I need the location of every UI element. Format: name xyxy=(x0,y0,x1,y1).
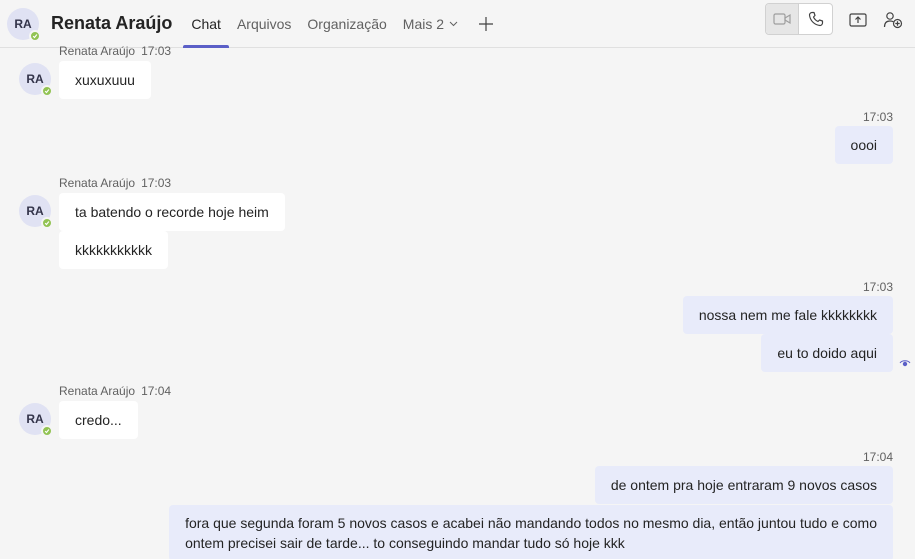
presence-available-icon xyxy=(29,29,41,42)
tab-organizacao-label: Organização xyxy=(307,15,387,32)
message-time: 17:04 xyxy=(862,450,893,464)
message-meta: Renata Araújo 17:03 xyxy=(59,176,171,190)
audio-call-button[interactable] xyxy=(799,4,832,34)
message-bubble[interactable]: credo... xyxy=(59,401,138,439)
sender-name: Renata Araújo xyxy=(59,176,136,190)
add-people-button[interactable] xyxy=(879,6,907,34)
avatar[interactable]: RA xyxy=(19,403,53,437)
message-time: 17:03 xyxy=(141,176,172,190)
tab-arquivos-label: Arquivos xyxy=(236,15,292,32)
add-people-icon xyxy=(883,12,903,29)
tab-arquivos[interactable]: Arquivos xyxy=(229,0,299,48)
presence-available-icon xyxy=(41,217,53,229)
message-bubble[interactable]: fora que segunda foram 5 novos casos e a… xyxy=(169,505,893,559)
phone-call-icon xyxy=(808,11,823,27)
presence-available-icon xyxy=(41,425,53,437)
seen-eye-icon xyxy=(899,360,911,367)
message-time: 17:03 xyxy=(862,280,893,294)
message-bubble[interactable]: xuxuxuuu xyxy=(59,61,151,99)
message-time: 17:03 xyxy=(141,44,172,58)
message-time: 17:03 xyxy=(862,110,893,124)
video-call-button[interactable] xyxy=(766,4,799,34)
chevron-down-icon xyxy=(449,21,458,26)
avatar[interactable]: RA xyxy=(7,7,41,42)
message-line: fora que segunda foram 5 novos casos e a… xyxy=(185,515,877,531)
sender-name: Renata Araújo xyxy=(59,384,136,398)
presence-available-icon xyxy=(41,85,53,97)
message-meta: Renata Araújo 17:04 xyxy=(59,384,171,398)
add-tab-button[interactable] xyxy=(472,0,500,48)
tab-bar: Chat Arquivos Organização Mais 2 xyxy=(183,0,466,48)
avatar-initials: RA xyxy=(26,412,44,426)
message-list[interactable]: Renata Araújo 17:03 RA xuxuxuuu 17:03 ooo… xyxy=(0,44,915,559)
message-meta: Renata Araújo 17:03 xyxy=(59,44,171,58)
avatar[interactable]: RA xyxy=(19,63,53,97)
avatar-initials: RA xyxy=(14,16,32,31)
sender-name: Renata Araújo xyxy=(59,44,136,58)
message-bubble[interactable]: oooi xyxy=(834,126,893,164)
tab-more[interactable]: Mais 2 xyxy=(395,0,466,48)
plus-icon xyxy=(479,16,494,31)
tab-chat-label: Chat xyxy=(191,15,221,32)
share-screen-icon xyxy=(849,13,867,27)
chat-header: RA Renata Araújo Chat Arquivos Organizaç… xyxy=(0,0,915,48)
message-line: ontem precisei sair de tarde... to conse… xyxy=(185,535,625,551)
message-bubble[interactable]: ta batendo o recorde hoje heim xyxy=(59,193,285,231)
avatar[interactable]: RA xyxy=(19,195,53,229)
contact-name[interactable]: Renata Araújo xyxy=(51,13,172,34)
avatar-initials: RA xyxy=(26,72,44,86)
call-button-group xyxy=(765,3,833,35)
message-bubble[interactable]: eu to doido aqui xyxy=(761,334,893,372)
message-bubble[interactable]: de ontem pra hoje entraram 9 novos casos xyxy=(594,466,893,504)
tab-organizacao[interactable]: Organização xyxy=(299,0,394,48)
share-screen-button[interactable] xyxy=(844,6,872,34)
message-time: 17:04 xyxy=(141,384,172,398)
video-call-icon xyxy=(773,13,791,25)
tab-more-label: Mais 2 xyxy=(402,15,445,32)
message-bubble[interactable]: nossa nem me fale kkkkkkkk xyxy=(682,296,893,334)
message-bubble[interactable]: kkkkkkkkkkk xyxy=(59,231,168,269)
tab-chat[interactable]: Chat xyxy=(183,0,229,48)
avatar-initials: RA xyxy=(26,204,44,218)
